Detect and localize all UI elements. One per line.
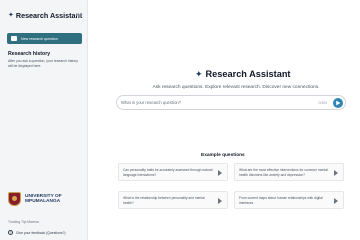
- logo-line-2: MPUMALANGA: [25, 199, 61, 204]
- feedback-link[interactable]: ? Give your feedback (Questions?): [8, 230, 66, 235]
- examples-title: Example questions: [201, 153, 245, 158]
- character-counter: 0/300: [318, 101, 328, 105]
- arrow-right-icon: [334, 170, 338, 176]
- university-crest-icon: [8, 192, 21, 206]
- sidebar-brand: ✦ Research Assistant: [8, 11, 82, 20]
- history-text: After you ask a question, your research …: [8, 59, 78, 68]
- send-button[interactable]: [333, 98, 343, 108]
- send-icon: [336, 100, 341, 106]
- sidebar-brand-title: Research Assistant: [15, 11, 83, 20]
- search-bar: 0/300: [116, 95, 346, 110]
- chat-icon: [11, 36, 17, 41]
- arrow-right-icon: [218, 170, 222, 176]
- example-question-card[interactable]: From current maps about human relationsh…: [234, 191, 344, 209]
- example-question-card[interactable]: Can personality traits be accurately ass…: [118, 163, 228, 181]
- example-question-card[interactable]: What is the relationship between persona…: [118, 191, 228, 209]
- page-title: ✦ Research Assistant: [195, 69, 291, 79]
- page-subtitle: Ask research questions. Explore relevant…: [152, 85, 320, 90]
- feedback-label: Give your feedback (Questions?): [16, 230, 66, 235]
- sparkle-icon: ✦: [8, 12, 14, 19]
- history-title: Research history: [8, 51, 51, 57]
- new-question-label: New research question: [21, 36, 58, 41]
- sidebar: ✦ Research Assistant ⇤ New research ques…: [0, 0, 88, 240]
- new-question-button[interactable]: New research question: [7, 33, 82, 44]
- example-question-text: What are the most effective intervention…: [239, 168, 328, 177]
- example-question-card[interactable]: What are the most effective intervention…: [234, 163, 344, 181]
- research-question-input[interactable]: [121, 98, 301, 107]
- collapse-icon[interactable]: ⇤: [76, 11, 83, 19]
- university-logo: UNIVERSITY OF MPUMALANGA: [8, 192, 62, 206]
- help-icon: ?: [8, 230, 13, 235]
- example-question-text: Can personality traits be accurately ass…: [123, 168, 213, 177]
- tagline: Trusting Tipi Marena: [8, 220, 39, 224]
- sparkle-icon: ✦: [195, 68, 203, 79]
- example-question-text: From current maps about human relationsh…: [239, 196, 323, 205]
- arrow-right-icon: [218, 198, 222, 204]
- arrow-right-icon: [334, 198, 338, 204]
- example-question-text: What is the relationship between persona…: [123, 196, 205, 205]
- page-title-text: Research Assistant: [205, 69, 291, 79]
